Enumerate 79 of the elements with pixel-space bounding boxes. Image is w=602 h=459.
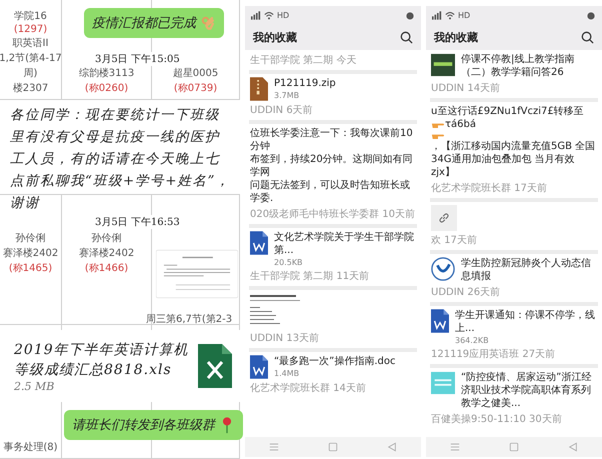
message-text: 34G通用加油包叠加包 当月有效zjx】 <box>431 153 576 179</box>
item-title: 学生开课通知：停课不停学，线上... <box>455 309 596 335</box>
timestamp: 3月5日 下午15:05 <box>95 52 180 66</box>
zip-file-icon <box>250 77 268 101</box>
timetable-text: 孙伶俐 <box>92 232 122 245</box>
item-meta: UDDIN 14天前 <box>431 82 502 95</box>
item-meta: UDDIN 26天前 <box>431 286 502 299</box>
timetable-text: 周三第6,7节(第2-3 <box>146 312 232 326</box>
timetable-text: (称1466) <box>84 262 128 275</box>
file-size: 20.5KB <box>274 258 304 267</box>
file-name: 2019年下半年英语计算机等级成绩汇总8818.xls <box>14 340 190 380</box>
seal-logo-icon <box>431 257 455 281</box>
page-title: 我的收藏 <box>434 30 478 44</box>
bubble-text: 请班长们转发到各班级群 <box>72 417 215 434</box>
file-size: 3.7MB <box>274 91 300 100</box>
item-meta: 生干部学院 第二期 11天前 <box>250 270 370 283</box>
message-text: u至这行话£9ZNu1fVczi7£转移至 <box>431 105 584 118</box>
item-title: “防控疫情、居家运动”浙江经济职业技术学院高职体育系列教学之健美... <box>461 371 592 410</box>
timetable-text: 赛泽楼2402 <box>2 246 58 260</box>
item-meta: 020级老师毛中特班长学委群 10天前 <box>250 208 416 221</box>
item-meta: 化艺术学院班长群 14天前 <box>250 382 367 395</box>
timetable-text: (称1465) <box>8 262 52 275</box>
word-file-icon <box>431 309 449 333</box>
item-meta: 121119应用英语班 27天前 <box>431 348 556 361</box>
item-meta: 百健美操9:50-11:10 30天前 <box>431 412 563 426</box>
cover-thumbnail <box>431 371 455 395</box>
item-meta: UDDIN 13天前 <box>250 332 320 345</box>
menu-icon[interactable] <box>450 442 460 452</box>
timetable-text: 周) <box>24 67 38 80</box>
item-title: P121119.zip <box>274 77 336 90</box>
item-meta: 生干部学院 第二期 今天 <box>250 54 358 67</box>
timetable-text: (1297) <box>14 24 48 35</box>
word-file-icon <box>250 355 268 379</box>
file-size: 2.5 MB <box>14 380 56 392</box>
signal-icon <box>432 10 442 20</box>
file-size: 364.2KB <box>455 336 490 345</box>
item-title: 停课不停教|线上教学指南（二）教学学籍问答26 <box>461 53 576 79</box>
page-title: 我的收藏 <box>253 30 297 44</box>
timetable-text: 赛泽楼2402 <box>78 246 134 260</box>
back-icon[interactable] <box>386 442 397 452</box>
item-title: 学生防控新冠肺炎个人动态信息填报 <box>461 257 592 283</box>
cover-thumbnail <box>431 53 455 77</box>
timetable-text: 综韵楼3113 <box>78 66 134 80</box>
message-text: τá6bá <box>445 118 476 131</box>
timetable-text: 孙伶俐 <box>16 232 46 245</box>
home-icon[interactable] <box>508 442 519 452</box>
message-text: ，【浙江移动国内流量充值5GB 全国 <box>431 140 596 153</box>
timetable-text: 楼2307 <box>12 82 48 95</box>
ok-hand-icon <box>200 14 216 32</box>
timetable-text: 超星0005 <box>172 66 218 80</box>
item-meta: 化艺术学院班长群 17天前 <box>431 182 548 195</box>
network-label: HD <box>277 10 290 20</box>
timetable-text: (称0260) <box>84 82 128 95</box>
search-icon[interactable] <box>400 30 413 44</box>
signal-icon <box>251 10 261 20</box>
network-label: HD <box>458 10 470 20</box>
timetable-text: 1,2节(第4-17 <box>0 52 62 65</box>
item-title: “最多跑一次”操作指南.doc <box>274 355 396 368</box>
home-icon[interactable] <box>328 442 338 452</box>
item-title: 文化艺术学院关于学生干部学院第... <box>274 231 415 257</box>
item-meta: 欢 17天前 <box>431 234 478 247</box>
wifi-icon <box>445 10 455 20</box>
wifi-icon <box>264 10 274 20</box>
file-size: 1.4MB <box>274 369 300 378</box>
timetable-text: 事务处理(8) <box>3 440 58 454</box>
timetable-text: 职英语II <box>12 36 48 50</box>
bubble-text: 疫情汇报都已完成 <box>92 15 196 32</box>
notice-text: 各位同学：现在要统计一下班级里有没有父母是抗疫一线的医护工人员，有的话请在今天晚上七点前私聊我“班级+学号+姓名”，谢谢 <box>10 106 232 213</box>
spreadsheet-file-icon <box>198 344 232 388</box>
timetable-text: 学院16 <box>14 10 47 23</box>
search-icon[interactable] <box>581 30 594 44</box>
item-meta: UDDIN 6天前 <box>250 104 314 117</box>
timetable-text: (称0739) <box>174 82 218 95</box>
word-file-icon <box>250 231 268 255</box>
message-text: 位班长学委注意一下：我每次课前10分钟 布签到，持续20分钟。这期间如有同学网 问题无法签到，可以及时告知班长或学委. <box>250 127 414 205</box>
link-icon <box>438 212 450 224</box>
back-icon[interactable] <box>568 442 578 452</box>
timestamp: 3月5日 下午16:53 <box>95 215 180 229</box>
menu-icon[interactable] <box>269 442 280 452</box>
